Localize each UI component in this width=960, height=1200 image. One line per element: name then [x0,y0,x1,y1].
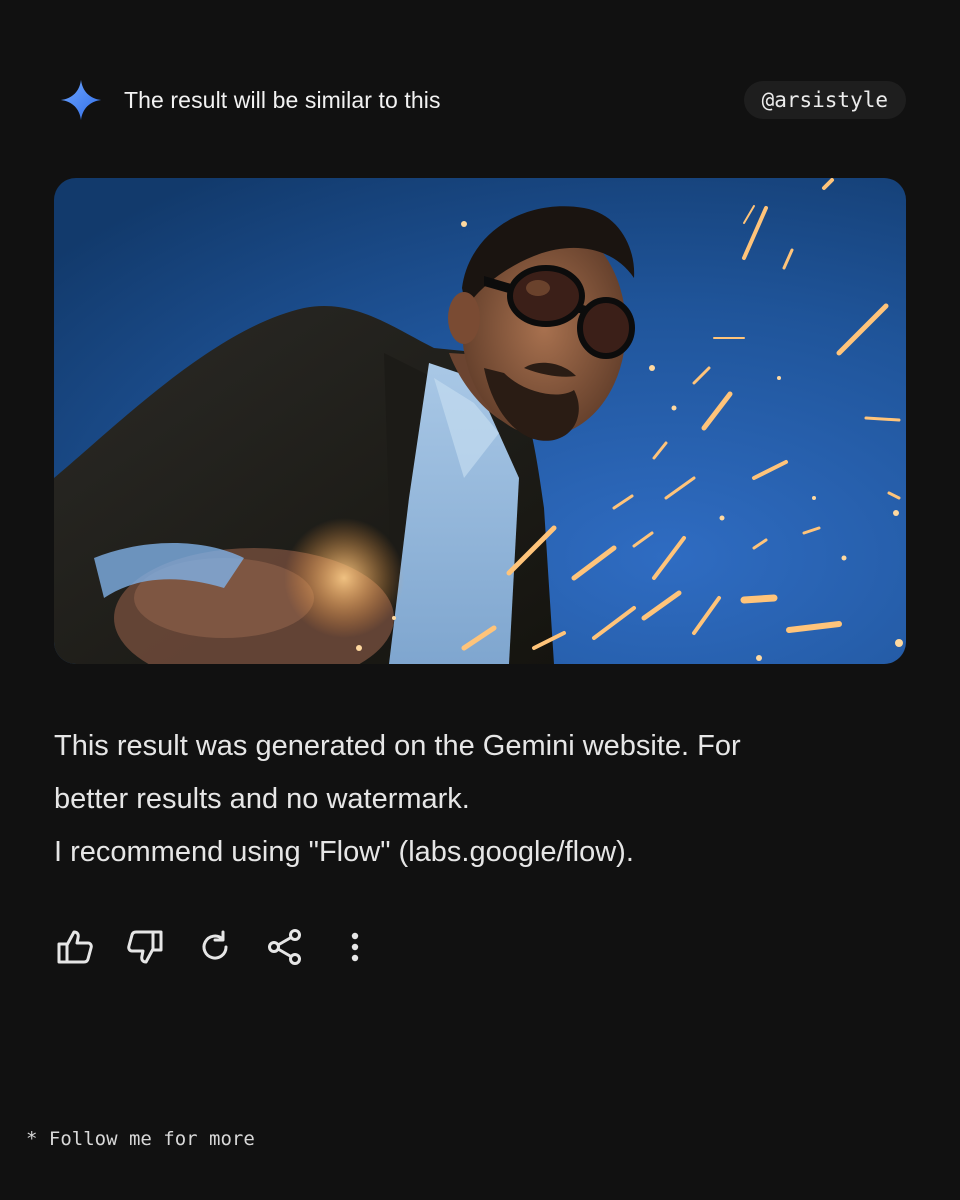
generated-photo-illustration [54,178,906,664]
gemini-spark-icon [60,79,102,121]
generated-image[interactable] [54,178,906,664]
header-title: The result will be similar to this [124,86,441,113]
share-button[interactable] [264,926,306,968]
thumbs-up-button[interactable] [54,926,96,968]
more-vertical-icon [351,932,359,962]
regenerate-button[interactable] [194,926,236,968]
result-line: This result was generated on the Gemini … [54,730,741,762]
author-handle-badge[interactable]: @arsistyle [743,81,906,119]
thumbs-up-icon [57,930,93,964]
result-message: This result was generated on the Gemini … [54,720,894,879]
thumbs-down-button[interactable] [124,926,166,968]
thumbs-down-icon [127,930,163,964]
share-icon [268,929,301,965]
result-line: I recommend using "Flow" (labs.google/fl… [54,836,634,868]
regenerate-icon [202,930,228,960]
follow-footer: * Follow me for more [26,1128,255,1150]
response-actions [54,926,404,968]
response-header: The result will be similar to this @arsi… [58,76,906,124]
result-line: better results and no watermark. [54,783,470,815]
more-options-button[interactable] [334,926,376,968]
